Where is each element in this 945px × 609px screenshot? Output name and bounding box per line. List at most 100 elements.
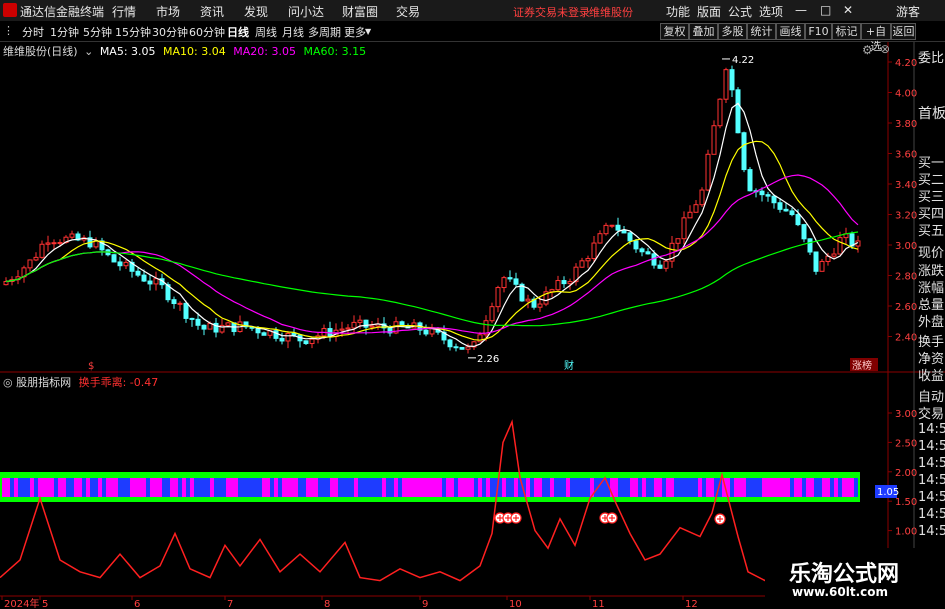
band-cell bbox=[290, 478, 294, 497]
candle-body bbox=[123, 261, 129, 267]
band-cell bbox=[42, 478, 46, 497]
band-cell bbox=[422, 478, 426, 497]
candle-body bbox=[663, 260, 669, 269]
band-cell bbox=[550, 478, 554, 497]
candle-body bbox=[501, 277, 507, 289]
low-label: 2.26 bbox=[477, 354, 499, 365]
candle-body bbox=[645, 251, 651, 255]
band-cell bbox=[94, 478, 98, 497]
band-cell bbox=[818, 478, 822, 497]
chart-options-icon[interactable]: ⌄ bbox=[84, 45, 93, 58]
band-cell bbox=[546, 478, 550, 497]
tick-time: 14:56 bbox=[918, 524, 945, 539]
band-cell bbox=[618, 478, 622, 497]
candle-body bbox=[369, 325, 375, 328]
band-cell bbox=[50, 478, 54, 497]
candle-body bbox=[3, 281, 9, 286]
band-cell bbox=[206, 478, 210, 497]
band-cell bbox=[510, 478, 514, 497]
indicator-name[interactable]: 股朋指标网 bbox=[16, 376, 71, 389]
candle-body bbox=[309, 338, 315, 345]
band-cell bbox=[102, 478, 106, 497]
band-cell bbox=[658, 478, 662, 497]
candle-body bbox=[627, 232, 633, 242]
band-cell bbox=[838, 478, 842, 497]
candle-body bbox=[789, 210, 795, 216]
candle-body bbox=[45, 242, 51, 245]
candle-body bbox=[837, 237, 843, 255]
band-cell bbox=[582, 478, 586, 497]
band-cell bbox=[626, 478, 630, 497]
band-cell bbox=[394, 478, 398, 497]
candle-body bbox=[777, 202, 783, 210]
candle-body bbox=[735, 89, 741, 134]
kline-chart[interactable]: 4.20 4.00 3.80 3.60 3.40 3.20 3.00 2.80 2.60 2.40… bbox=[0, 0, 945, 609]
indicator-tick-label: 2.00 bbox=[895, 468, 917, 479]
band-cell bbox=[674, 478, 678, 497]
band-cell bbox=[294, 478, 298, 497]
band-cell bbox=[774, 478, 778, 497]
band-cell bbox=[738, 478, 742, 497]
date-tick-label: 12 bbox=[685, 599, 698, 609]
indicator-tick-label: 1.50 bbox=[895, 497, 917, 508]
band-cell bbox=[322, 478, 326, 497]
band-cell bbox=[406, 478, 410, 497]
ma5-label: MA5: 3.05 bbox=[99, 45, 156, 58]
band-cell bbox=[558, 478, 562, 497]
band-cell bbox=[242, 478, 246, 497]
candle-body bbox=[801, 224, 807, 240]
side-weibi: 委比 bbox=[918, 51, 945, 66]
band-cell bbox=[306, 478, 310, 497]
band-cell bbox=[750, 478, 754, 497]
settings-icon[interactable]: ⚙ bbox=[862, 43, 873, 57]
candle-body bbox=[813, 251, 819, 272]
candle-body bbox=[771, 195, 777, 204]
band-value: 1.05 bbox=[877, 487, 899, 498]
band-cell bbox=[26, 478, 30, 497]
band-cell bbox=[654, 478, 658, 497]
band-cell bbox=[666, 478, 670, 497]
indicator-options-icon[interactable]: ◎ bbox=[3, 376, 13, 389]
band-cell bbox=[466, 478, 470, 497]
tick-time: 14:56 bbox=[918, 439, 945, 454]
band-cell bbox=[574, 478, 578, 497]
candle-body bbox=[603, 224, 609, 235]
band-cell bbox=[174, 478, 178, 497]
band-cell bbox=[214, 478, 218, 497]
date-tick-label: 10 bbox=[509, 599, 522, 609]
band-cell bbox=[14, 478, 18, 497]
candle-body bbox=[51, 242, 57, 245]
band-cell bbox=[270, 478, 274, 497]
band-cell bbox=[814, 478, 818, 497]
side-trade[interactable]: 交易 bbox=[918, 403, 944, 422]
band-cell bbox=[90, 478, 94, 497]
indicator-tick-label: 2.50 bbox=[895, 438, 917, 449]
candle-body bbox=[525, 298, 531, 302]
price-tick-label: 4.00 bbox=[895, 89, 917, 100]
candle-body bbox=[153, 278, 159, 285]
band-cell bbox=[178, 478, 182, 497]
band-cell bbox=[2, 478, 6, 497]
candle-body bbox=[759, 190, 765, 196]
band-cell bbox=[346, 478, 350, 497]
band-cell bbox=[834, 478, 838, 497]
band-cell bbox=[442, 478, 446, 497]
date-tick-label: 8 bbox=[324, 599, 330, 609]
band-cell bbox=[278, 478, 282, 497]
candle-body bbox=[303, 340, 309, 345]
close-chart-icon[interactable]: ⊗ bbox=[880, 42, 890, 56]
band-cell bbox=[686, 478, 690, 497]
candle-body bbox=[615, 224, 621, 231]
candle-body bbox=[723, 69, 729, 100]
band-cell bbox=[302, 478, 306, 497]
band-cell bbox=[122, 478, 126, 497]
band-cell bbox=[286, 478, 290, 497]
band-cell bbox=[650, 478, 654, 497]
ma60-line bbox=[5, 231, 859, 327]
band-cell bbox=[182, 478, 186, 497]
candle-body bbox=[39, 243, 45, 258]
band-cell bbox=[730, 478, 734, 497]
candle-body bbox=[201, 324, 207, 330]
candle-body bbox=[783, 208, 789, 212]
band-cell bbox=[734, 478, 738, 497]
